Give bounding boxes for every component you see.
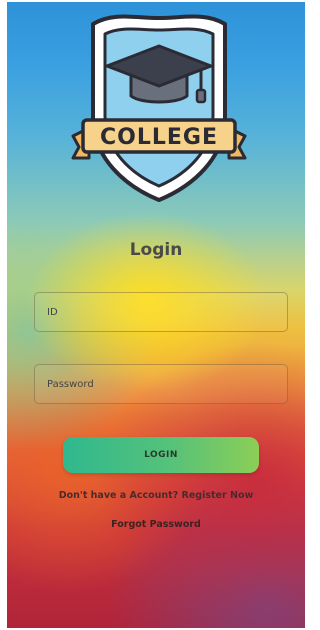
register-now-link[interactable]: Register Now xyxy=(182,490,254,501)
password-field-container xyxy=(34,364,288,404)
forgot-password-link[interactable]: Forgot Password xyxy=(7,519,305,530)
id-field-container xyxy=(34,292,288,332)
college-logo: COLLEGE xyxy=(65,8,253,204)
logo-text: COLLEGE xyxy=(100,125,218,150)
shield-icon: COLLEGE xyxy=(71,14,247,202)
login-screen: COLLEGE Login LOGIN Don't have a Account… xyxy=(7,2,305,628)
id-input[interactable] xyxy=(35,293,287,331)
login-button[interactable]: LOGIN xyxy=(63,437,259,473)
page-title: Login xyxy=(129,240,183,260)
password-input[interactable] xyxy=(35,365,287,403)
register-prompt-text: Don't have a Account? xyxy=(58,490,179,501)
register-prompt: Don't have a Account? Register Now xyxy=(7,490,305,501)
